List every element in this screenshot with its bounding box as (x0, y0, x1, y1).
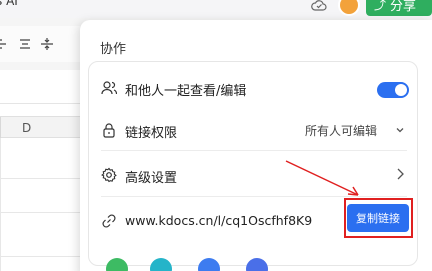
toggle-knob (395, 84, 407, 96)
document-title: s AI (0, 0, 18, 8)
card-divider (101, 150, 407, 151)
share-icon: ⤴ (374, 0, 387, 12)
share-button[interactable]: ⤴ 分享 (366, 0, 432, 16)
annotation-highlight-box (344, 198, 413, 238)
link-permission-row[interactable]: 链接权限 所有人可编辑 (89, 108, 419, 152)
user-avatar[interactable] (338, 0, 360, 16)
cloud-sync-icon[interactable] (311, 0, 327, 12)
wechat-icon[interactable] (106, 258, 128, 271)
coedit-toggle[interactable] (377, 82, 409, 98)
share-link-url[interactable]: www.kdocs.cn/l/cq1Oscfhf8K9 (125, 213, 312, 228)
link-icon (102, 214, 116, 228)
link-permission-label: 链接权限 (125, 126, 178, 141)
column-header[interactable]: D (0, 116, 80, 139)
advanced-settings-label: 高级设置 (125, 171, 178, 186)
users-icon (101, 81, 117, 95)
formula-row[interactable] (0, 70, 80, 104)
gear-icon (101, 167, 117, 183)
align-justify-icon[interactable] (18, 37, 32, 51)
share-button-label: 分享 (390, 0, 417, 14)
qq-icon[interactable] (198, 258, 220, 271)
contact-icon[interactable] (150, 258, 172, 271)
panel-title: 协作 (100, 42, 127, 57)
align-center-icon[interactable] (0, 37, 10, 51)
chevron-right-icon[interactable] (395, 167, 405, 181)
column-header-label: D (22, 121, 32, 135)
spreadsheet-area: D (0, 70, 80, 271)
format-toolbar (0, 26, 80, 62)
coedit-label: 和他人一起查看/编辑 (125, 84, 247, 99)
lock-icon (103, 123, 115, 138)
app-window: s AI ⤴ 分享 D 协作 (0, 0, 432, 271)
coedit-row: 和他人一起查看/编辑 (89, 66, 419, 110)
share-targets (100, 258, 280, 271)
more-apps-icon[interactable] (246, 258, 268, 271)
top-bar: s AI ⤴ 分享 (0, 0, 432, 18)
chevron-down-icon[interactable] (395, 125, 405, 135)
vertical-align-icon[interactable] (40, 37, 54, 51)
link-permission-value[interactable]: 所有人可编辑 (305, 122, 377, 139)
